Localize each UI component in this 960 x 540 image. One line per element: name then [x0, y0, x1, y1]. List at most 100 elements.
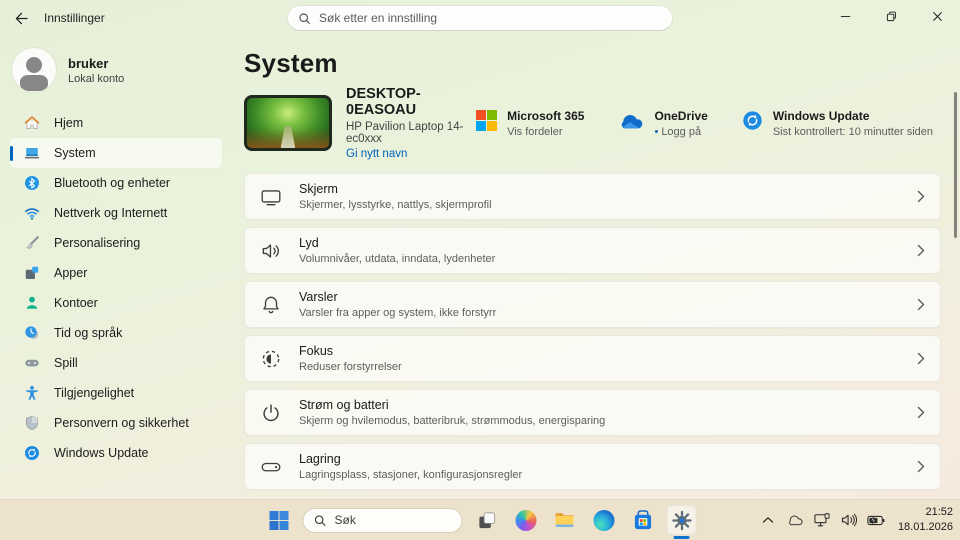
display-icon [260, 186, 282, 208]
taskbar-center [264, 499, 697, 540]
storage-icon [260, 456, 282, 478]
sidebar-item-system[interactable]: System [10, 138, 222, 168]
card-title: Lagring [299, 452, 341, 467]
card-fokus[interactable]: Fokus Reduser forstyrrelser [244, 335, 941, 382]
sidebar-item-tid-og-sprak[interactable]: Tid og språk [10, 318, 222, 348]
sidebar-item-label: Windows Update [54, 446, 149, 460]
card-title: Fokus [299, 344, 334, 359]
sidebar-item-tilgjengelighet[interactable]: Tilgjengelighet [10, 378, 222, 408]
card-lagring[interactable]: Lagring Lagringsplass, stasjoner, konfig… [244, 443, 941, 490]
taskbar: 21:52 18.01.2026 [0, 498, 960, 540]
taskbar-clock[interactable]: 21:52 18.01.2026 [898, 505, 953, 535]
chevron-right-icon [917, 244, 925, 257]
settings-gear-icon [671, 510, 692, 530]
sidebar-item-personalisering[interactable]: Personalisering [10, 228, 222, 258]
sidebar-item-bluetooth-og-enheter[interactable]: Bluetooth og enheter [10, 168, 222, 198]
card-subtitle: Skjerm og hvilemodus, batteribruk, strøm… [299, 414, 606, 427]
card-strom-og-batteri[interactable]: Strøm og batteri Skjerm og hvilemodus, b… [244, 389, 941, 436]
settings-window: Innstillinger Søk etter en innstilling b… [0, 0, 960, 498]
device-model: HP Pavilion Laptop 14-ec0xxx [346, 121, 464, 145]
status-title: Microsoft 365 [507, 109, 585, 123]
device-name: DESKTOP-0EASOAU [346, 86, 421, 118]
device-wallpaper-thumbnail [244, 95, 332, 151]
system-tray: 21:52 18.01.2026 [759, 499, 953, 540]
edge-button[interactable] [589, 505, 619, 535]
restore-button[interactable] [868, 0, 914, 32]
status-subtitle: Vis fordeler [507, 126, 563, 138]
sidebar-item-apper[interactable]: Apper [10, 258, 222, 288]
back-arrow-icon [15, 12, 28, 24]
copilot-button[interactable] [511, 505, 541, 535]
copilot-icon [515, 509, 536, 531]
task-view-icon [478, 511, 495, 528]
card-title: Strøm og batteri [299, 398, 389, 413]
card-varsler[interactable]: Varsler Varsler fra apper og system, ikk… [244, 281, 941, 328]
status-title: Windows Update [772, 109, 870, 123]
taskbar-search-box[interactable] [302, 507, 463, 533]
sidebar-item-windows-update[interactable]: Windows Update [10, 438, 222, 468]
sound-icon [260, 240, 282, 262]
card-lyd[interactable]: Lyd Volumnivåer, utdata, inndata, lydenh… [244, 227, 941, 274]
rename-device-link[interactable]: Gi nytt navn [346, 148, 476, 160]
battery-tray-icon[interactable] [867, 510, 885, 530]
card-subtitle: Skjermer, lysstyrke, nattlys, skjermprof… [299, 198, 492, 211]
focus-icon [260, 348, 282, 370]
restore-icon [886, 11, 896, 21]
sidebar-item-label: System [54, 146, 96, 160]
volume-tray-icon[interactable] [840, 510, 858, 530]
minimize-button[interactable] [822, 0, 868, 32]
chevron-right-icon [917, 406, 925, 419]
status-windows-update[interactable]: Windows Update Sist kontrollert: 10 minu… [742, 108, 933, 138]
close-button[interactable] [914, 0, 960, 32]
start-button[interactable] [264, 505, 294, 535]
hidden-icons-chevron[interactable] [759, 510, 777, 530]
card-subtitle: Volumnivåer, utdata, inndata, lydenheter [299, 252, 496, 265]
sidebar-item-label: Tilgjengelighet [54, 386, 135, 400]
microsoft-365-logo [476, 110, 498, 131]
sidebar-item-label: Bluetooth og enheter [54, 176, 171, 190]
sidebar-item-nettverk-og-internett[interactable]: Nettverk og Internett [10, 198, 222, 228]
power-icon [260, 402, 282, 424]
status-microsoft-365[interactable]: Microsoft 365 Vis fordeler [476, 108, 584, 138]
card-skjerm[interactable]: Skjerm Skjermer, lysstyrke, nattlys, skj… [244, 173, 941, 220]
onedrive-tray-icon[interactable] [786, 510, 804, 530]
sidebar-item-personvern-og-sikkerhet[interactable]: Personvern og sikkerhet [10, 408, 222, 438]
card-title: Varsler [299, 290, 338, 305]
titlebar: Innstillinger [0, 0, 960, 36]
network-tray-icon[interactable] [813, 510, 831, 530]
gaming-icon [24, 355, 40, 371]
settings-search-box[interactable] [287, 5, 673, 31]
sidebar-item-kontoer[interactable]: Kontoer [10, 288, 222, 318]
device-header: DESKTOP-0EASOAU HP Pavilion Laptop 14-ec… [244, 86, 941, 160]
edge-icon [593, 509, 614, 531]
back-button[interactable] [6, 5, 36, 31]
windows-logo-icon [269, 510, 288, 530]
user-account-type: Lokal konto [68, 72, 125, 85]
chevron-right-icon [917, 298, 925, 311]
taskbar-search-input[interactable] [334, 513, 435, 527]
microsoft-store-button[interactable] [628, 505, 658, 535]
main-content: System DESKTOP-0EASOAU HP Pavilion Lapto… [232, 36, 960, 498]
task-view-button[interactable] [472, 505, 502, 535]
accounts-icon [24, 295, 40, 311]
settings-app-button[interactable] [666, 505, 697, 535]
sidebar-item-spill[interactable]: Spill [10, 348, 222, 378]
status-bullet: • [654, 126, 659, 138]
notifications-icon [260, 294, 282, 316]
search-icon [299, 12, 310, 24]
app-title: Innstillinger [44, 11, 105, 25]
scrollbar-thumb[interactable] [954, 92, 957, 238]
card-subtitle: Lagringsplass, stasjoner, konfigurasjons… [299, 468, 523, 481]
settings-search-input[interactable] [319, 11, 662, 25]
sidebar: bruker Lokal konto Hjem System Bluetooth… [0, 36, 232, 498]
bluetooth-icon [24, 175, 40, 191]
status-title: OneDrive [654, 109, 708, 123]
privacy-icon [24, 415, 40, 431]
status-onedrive[interactable]: OneDrive • Logg på [618, 108, 708, 138]
sidebar-item-hjem[interactable]: Hjem [10, 108, 222, 138]
file-explorer-button[interactable] [550, 505, 580, 535]
sidebar-item-label: Personalisering [54, 236, 141, 250]
search-icon [314, 514, 326, 526]
user-account[interactable]: bruker Lokal konto [12, 48, 222, 92]
sidebar-nav: Hjem System Bluetooth og enheter Nettver… [10, 108, 222, 468]
